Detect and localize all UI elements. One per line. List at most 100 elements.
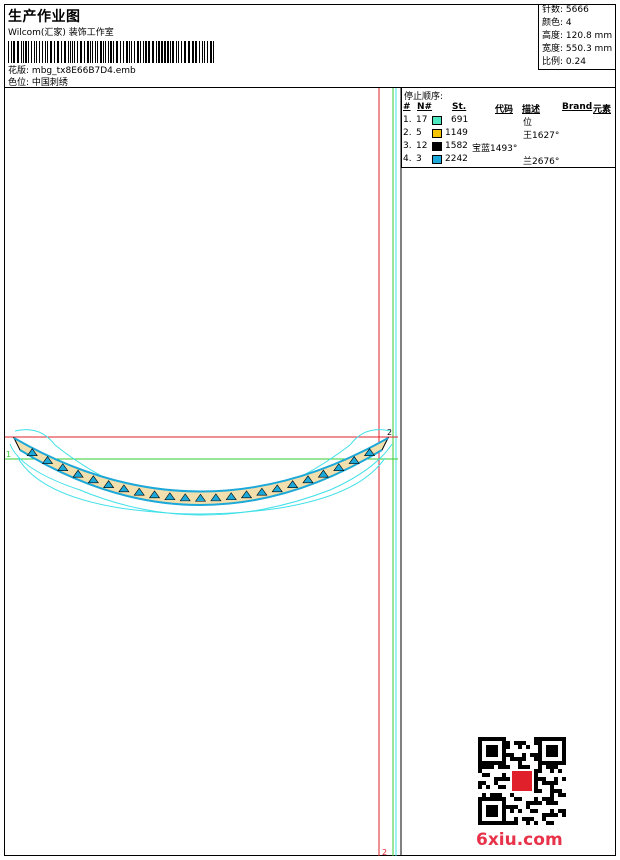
qr-module bbox=[530, 809, 534, 813]
qr-module bbox=[534, 785, 538, 789]
qr-module bbox=[554, 781, 558, 785]
qr-module bbox=[490, 793, 494, 797]
qr-module bbox=[526, 801, 530, 805]
qr-module bbox=[538, 777, 542, 781]
qr-module bbox=[506, 753, 510, 757]
qr-module bbox=[482, 781, 486, 785]
color-swatch bbox=[432, 129, 442, 138]
qr-module bbox=[478, 765, 482, 769]
band-top-border bbox=[13, 437, 389, 493]
qr-module bbox=[510, 757, 514, 761]
qr-module bbox=[526, 765, 530, 769]
qr-module bbox=[506, 777, 510, 781]
col-header-desc: 描述 bbox=[522, 105, 541, 115]
qr-module bbox=[542, 817, 546, 821]
qr-module bbox=[518, 765, 522, 769]
qr-module bbox=[482, 773, 486, 777]
qr-module bbox=[530, 801, 534, 805]
qr-module bbox=[534, 797, 538, 801]
qr-module bbox=[522, 817, 526, 821]
qr-module bbox=[514, 757, 518, 761]
qr-finder-core bbox=[486, 805, 498, 817]
qr-module bbox=[554, 789, 558, 793]
qr-module bbox=[514, 817, 518, 821]
qr-module bbox=[550, 813, 554, 817]
qr-module bbox=[546, 821, 550, 825]
qr-module bbox=[506, 821, 510, 825]
qr-module bbox=[494, 781, 498, 785]
qr-module bbox=[502, 765, 506, 769]
qr-module bbox=[510, 821, 514, 825]
qr-finder-core bbox=[486, 745, 498, 757]
qr-module bbox=[538, 801, 542, 805]
stop-sequence-title: 停止顺序: bbox=[404, 92, 444, 102]
qr-module bbox=[498, 777, 502, 781]
qr-module bbox=[506, 805, 510, 809]
qr-module bbox=[522, 765, 526, 769]
marker-one: 1 bbox=[6, 450, 11, 459]
qr-module bbox=[522, 741, 526, 745]
qr-module bbox=[534, 801, 538, 805]
qr-module bbox=[498, 785, 502, 789]
qr-module bbox=[518, 741, 522, 745]
qr-module bbox=[518, 757, 522, 761]
qr-module bbox=[502, 777, 506, 781]
qr-module bbox=[546, 801, 550, 805]
qr-module bbox=[522, 753, 526, 757]
color-swatch bbox=[432, 155, 442, 164]
qr-module bbox=[518, 809, 522, 813]
qr-module bbox=[550, 793, 554, 797]
qr-finder-core bbox=[546, 745, 558, 757]
qr-module bbox=[550, 781, 554, 785]
qr-module bbox=[486, 785, 490, 789]
qr-module bbox=[510, 793, 514, 797]
qr-module bbox=[490, 765, 494, 769]
watermark-logo: 6xiu.com bbox=[476, 830, 563, 850]
qr-module bbox=[514, 797, 518, 801]
color-swatch bbox=[432, 142, 442, 151]
col-header-code: 代码 bbox=[495, 105, 514, 115]
qr-module bbox=[562, 793, 566, 797]
qr-module bbox=[534, 789, 538, 793]
qr-module bbox=[562, 809, 566, 813]
qr-module bbox=[522, 757, 526, 761]
qr-module bbox=[554, 765, 558, 769]
qr-module bbox=[546, 781, 550, 785]
qr-module bbox=[542, 777, 546, 781]
qr-module bbox=[502, 785, 506, 789]
qr-module bbox=[526, 817, 530, 821]
qr-module bbox=[534, 777, 538, 781]
qr-module bbox=[550, 789, 554, 793]
qr-module bbox=[526, 745, 530, 749]
qr-module bbox=[546, 797, 550, 801]
qr-module bbox=[534, 737, 538, 741]
qr-module bbox=[550, 785, 554, 789]
qr-module bbox=[550, 765, 554, 769]
qr-module bbox=[554, 813, 558, 817]
qr-module bbox=[502, 773, 506, 777]
qr-module bbox=[530, 817, 534, 821]
qr-module bbox=[510, 805, 514, 809]
qr-module bbox=[518, 797, 522, 801]
qr-module bbox=[534, 773, 538, 777]
qr-module bbox=[518, 761, 522, 765]
qr-module bbox=[486, 765, 490, 769]
qr-module bbox=[550, 769, 554, 773]
qr-module bbox=[562, 777, 566, 781]
qr-module bbox=[534, 741, 538, 745]
qr-module bbox=[554, 777, 558, 781]
qr-module bbox=[526, 805, 530, 809]
qr-module bbox=[538, 769, 542, 773]
qr-module bbox=[478, 781, 482, 785]
qr-module bbox=[534, 769, 538, 773]
marker-two-top: 2 bbox=[387, 428, 392, 437]
qr-module bbox=[562, 813, 566, 817]
stop-row: 2. 5 1149 王1627° bbox=[403, 128, 560, 141]
qr-module bbox=[534, 809, 538, 813]
qr-module bbox=[558, 809, 562, 813]
qr-module bbox=[558, 769, 562, 773]
stop-row: 1. 17 691 位 bbox=[403, 115, 533, 128]
stop-sequence-panel: 停止顺序: # N# St. 代码 描述 Brand 元素 1. 17 691 … bbox=[401, 88, 616, 168]
qr-code bbox=[478, 737, 566, 825]
qr-module bbox=[518, 745, 522, 749]
